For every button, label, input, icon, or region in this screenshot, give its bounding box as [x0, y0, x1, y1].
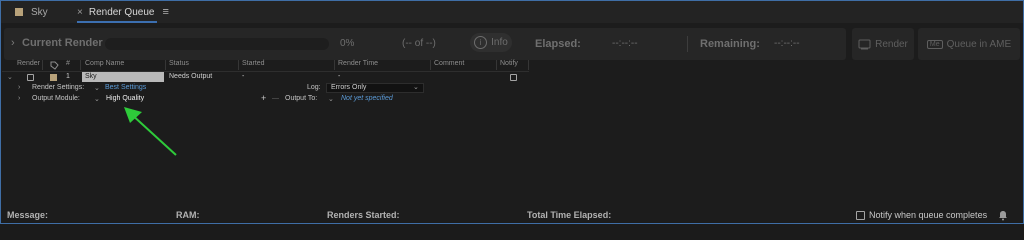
- notify-checkbox[interactable]: [510, 74, 517, 81]
- queue-in-ame-label: Queue in AME: [946, 38, 1012, 50]
- remaining-label: Remaining:: [700, 38, 760, 50]
- info-icon: i: [474, 36, 488, 49]
- annotation-arrow: [124, 107, 177, 156]
- chevron-down-icon: ⌄: [413, 84, 419, 91]
- tab-render-queue[interactable]: × Render Queue ≡: [77, 1, 169, 23]
- chevron-down-icon[interactable]: ⌄: [7, 73, 13, 81]
- plus-icon[interactable]: +: [261, 93, 266, 103]
- column-divider: [528, 60, 529, 70]
- notify-queue-label: Notify when queue completes: [869, 210, 988, 220]
- column-divider: [165, 60, 166, 70]
- log-label: Log:: [307, 84, 321, 91]
- col-render[interactable]: Render: [17, 60, 40, 67]
- label-color-swatch[interactable]: [50, 74, 57, 81]
- comp-color-swatch: [15, 8, 23, 16]
- col-render-time[interactable]: Render Time: [338, 60, 378, 67]
- table-row[interactable]: ⌄ 1 Sky Needs Output - -: [2, 72, 529, 83]
- chevron-down-icon[interactable]: ⌄: [94, 95, 100, 103]
- render-settings-label: Render Settings:: [32, 84, 85, 91]
- remaining-value: --:--:--: [774, 38, 800, 49]
- output-module-value[interactable]: High Quality: [106, 95, 144, 102]
- chevron-right-icon[interactable]: ›: [18, 95, 20, 102]
- bell-icon[interactable]: [997, 209, 1009, 221]
- status-bar: Message: RAM: Renders Started: Total Tim…: [1, 207, 1023, 222]
- queue-in-ame-button[interactable]: Me Queue in AME: [918, 28, 1020, 60]
- render-queue-table-header: Render # Comp Name Status Started Render…: [2, 59, 529, 72]
- col-comment[interactable]: Comment: [434, 60, 464, 67]
- row-index: 1: [66, 73, 70, 80]
- column-divider: [238, 60, 239, 70]
- output-module-label: Output Module:: [32, 95, 80, 102]
- current-render-bar: › Current Render 0% (-- of --) i Info El…: [4, 28, 846, 60]
- render-progress-bar: [105, 38, 329, 50]
- output-to-label: Output To:: [285, 95, 318, 102]
- minus-icon[interactable]: —: [272, 95, 279, 102]
- column-divider: [42, 60, 43, 70]
- elapsed-value: --:--:--: [612, 38, 638, 49]
- log-dropdown[interactable]: Errors Only ⌄: [326, 83, 424, 93]
- total-time-elapsed-label: Total Time Elapsed:: [527, 210, 612, 220]
- elapsed-label: Elapsed:: [535, 38, 581, 50]
- column-divider: [334, 60, 335, 70]
- hamburger-menu-icon[interactable]: ≡: [162, 6, 168, 18]
- render-button-label: Render: [875, 38, 908, 50]
- message-label: Message:: [7, 210, 49, 220]
- col-started[interactable]: Started: [242, 60, 265, 67]
- ame-icon: Me: [926, 39, 943, 49]
- col-number[interactable]: #: [66, 60, 70, 67]
- started-cell: -: [242, 73, 245, 80]
- panel-tab-bar: Sky × Render Queue ≡: [1, 1, 1023, 23]
- column-divider: [496, 60, 497, 70]
- render-settings-value[interactable]: Best Settings: [105, 84, 146, 91]
- info-button[interactable]: i Info: [470, 33, 512, 52]
- divider: [687, 36, 688, 52]
- output-to-value[interactable]: Not yet specified: [341, 95, 393, 102]
- render-icon: [858, 39, 871, 49]
- tab-render-queue-label: Render Queue: [88, 6, 155, 18]
- col-status[interactable]: Status: [169, 60, 189, 67]
- log-dropdown-value: Errors Only: [331, 84, 367, 91]
- render-percent: 0%: [340, 38, 355, 49]
- chevron-right-icon[interactable]: ›: [18, 84, 20, 91]
- comp-name-cell[interactable]: Sky: [82, 72, 164, 82]
- tab-sky-label: Sky: [31, 6, 48, 18]
- render-button[interactable]: Render: [852, 28, 914, 60]
- render-count: (-- of --): [402, 38, 436, 49]
- notify-queue-checkbox[interactable]: [856, 211, 865, 220]
- output-module-row: › Output Module: ⌄ High Quality + — Outp…: [2, 93, 529, 105]
- column-divider: [430, 60, 431, 70]
- tag-icon[interactable]: [50, 61, 59, 70]
- ram-label: RAM:: [176, 210, 200, 220]
- chevron-down-icon[interactable]: ⌄: [328, 95, 334, 103]
- info-button-label: Info: [491, 37, 508, 48]
- tab-sky[interactable]: Sky: [15, 1, 48, 23]
- render-time-cell: -: [338, 73, 341, 80]
- chevron-down-icon[interactable]: ⌄: [94, 84, 100, 92]
- close-icon[interactable]: ×: [77, 7, 83, 18]
- col-notify[interactable]: Notify: [500, 60, 518, 67]
- renders-started-label: Renders Started:: [327, 210, 400, 220]
- chevron-right-icon[interactable]: ›: [11, 37, 15, 49]
- current-render-title: Current Render: [22, 37, 103, 49]
- render-checkbox[interactable]: [27, 74, 34, 81]
- col-comp-name[interactable]: Comp Name: [85, 60, 124, 67]
- column-divider: [80, 60, 81, 70]
- status-cell: Needs Output: [169, 73, 213, 80]
